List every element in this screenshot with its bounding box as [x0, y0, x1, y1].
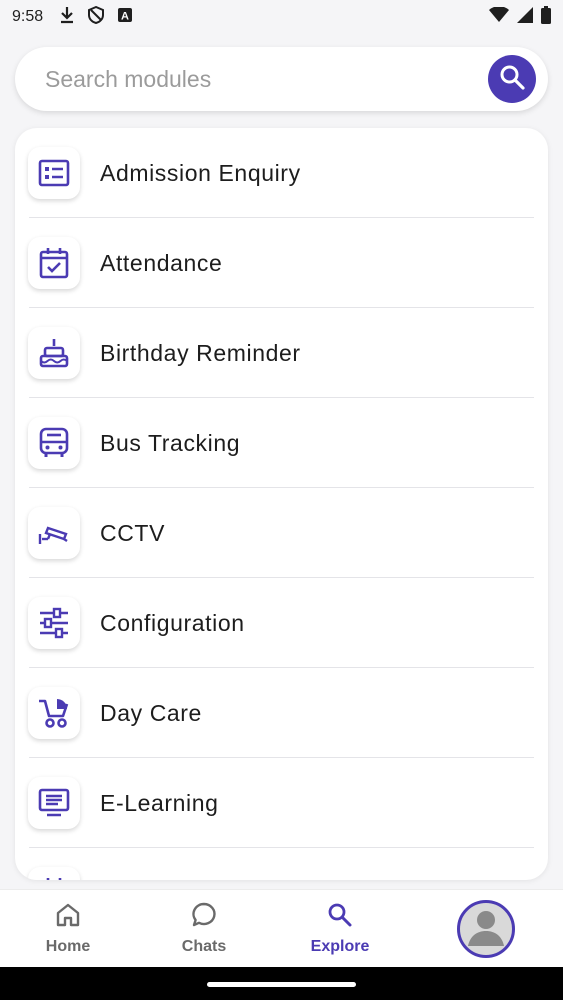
cctv-camera-icon — [28, 507, 80, 559]
module-label: Admission Enquiry — [100, 159, 301, 186]
module-item-birthday-reminder[interactable]: Birthday Reminder — [15, 308, 548, 398]
bottom-nav: Home Chats Explore — [0, 889, 563, 967]
status-time: 9:58 — [12, 8, 44, 25]
module-list: Admission Enquiry Attendance Birthday Re… — [15, 128, 548, 880]
module-item-bus-tracking[interactable]: Bus Tracking — [15, 398, 548, 488]
module-label: Birthday Reminder — [100, 339, 301, 366]
svg-text:A: A — [121, 10, 129, 22]
signal-icon — [517, 6, 533, 28]
home-icon — [55, 902, 81, 933]
module-label: E-Learning — [100, 789, 219, 816]
sliders-icon — [28, 597, 80, 649]
nav-explore[interactable]: Explore — [272, 890, 408, 967]
module-label: Attendance — [100, 249, 223, 276]
calendar-icon — [28, 867, 80, 880]
cake-icon — [28, 327, 80, 379]
status-system-icons — [489, 5, 551, 29]
module-label: CCTV — [100, 519, 166, 546]
module-item-day-care[interactable]: Day Care — [15, 668, 548, 758]
status-bar: 9:58 A — [0, 0, 563, 34]
module-item-cctv[interactable]: CCTV — [15, 488, 548, 578]
nav-home[interactable]: Home — [0, 890, 136, 967]
search-icon — [499, 64, 525, 95]
wifi-icon — [489, 5, 509, 28]
module-item-admission-enquiry[interactable]: Admission Enquiry — [15, 128, 548, 218]
gesture-handle[interactable] — [207, 982, 356, 987]
search-input[interactable] — [45, 65, 465, 93]
nav-label: Home — [45, 937, 91, 955]
calendar-check-icon — [28, 237, 80, 289]
bus-icon — [28, 417, 80, 469]
nav-profile — [408, 890, 563, 967]
chat-bubble-icon — [191, 902, 217, 933]
gesture-bar — [0, 967, 563, 1000]
nav-label: Chats — [181, 937, 227, 955]
search-button[interactable] — [488, 55, 536, 103]
module-item-partial[interactable] — [15, 848, 548, 880]
module-label: Day Care — [100, 699, 202, 726]
stroller-icon — [28, 687, 80, 739]
form-list-icon — [28, 147, 80, 199]
search-bar — [15, 47, 548, 111]
search-icon — [327, 902, 353, 933]
module-item-attendance[interactable]: Attendance — [15, 218, 548, 308]
module-item-configuration[interactable]: Configuration — [15, 578, 548, 668]
avatar[interactable] — [456, 899, 515, 958]
nav-label: Explore — [310, 937, 370, 955]
module-item-e-learning[interactable]: E-Learning — [15, 758, 548, 848]
module-label: Configuration — [100, 609, 245, 636]
shield-icon — [87, 5, 105, 29]
avatar-icon — [460, 903, 512, 955]
battery-icon — [541, 5, 551, 29]
app-a-icon: A — [117, 7, 133, 28]
status-notification-icons: A — [59, 5, 133, 29]
download-icon — [59, 6, 75, 29]
nav-chats[interactable]: Chats — [136, 890, 272, 967]
module-label: Bus Tracking — [100, 429, 241, 456]
monitor-list-icon — [28, 777, 80, 829]
